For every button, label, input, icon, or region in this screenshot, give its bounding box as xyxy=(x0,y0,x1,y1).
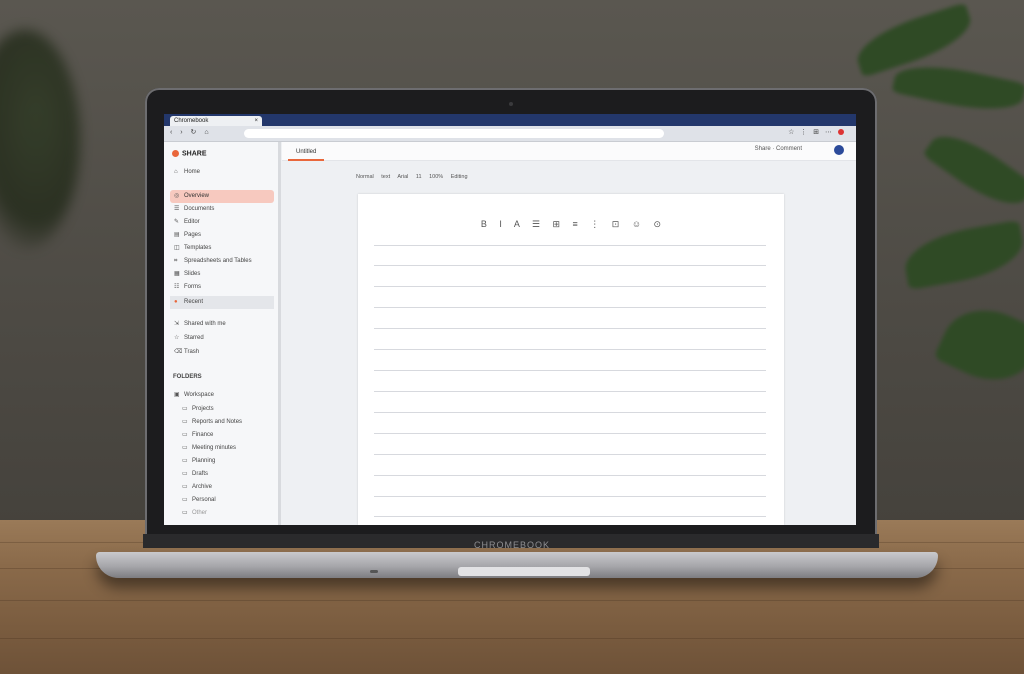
text-line xyxy=(374,370,766,371)
folder-item[interactable]: ▭ Other xyxy=(170,507,274,520)
home-icon: ⌂ xyxy=(174,169,178,175)
folder-icon: ▭ xyxy=(182,510,188,516)
recent-icon: ● xyxy=(174,299,178,305)
form-icon: ☷ xyxy=(174,284,180,290)
sidebar-item-forms[interactable]: ☷ Forms xyxy=(170,281,274,294)
folder-icon: ▭ xyxy=(182,432,188,438)
slides-icon: ▦ xyxy=(174,271,180,277)
folder-item[interactable]: ▭ Meeting minutes xyxy=(170,442,274,455)
list-icon: ☰ xyxy=(174,206,180,212)
sidebar-item-starred[interactable]: ☆ Starred xyxy=(170,332,274,345)
folder-icon: ▭ xyxy=(182,406,188,412)
sidebar-item-templates[interactable]: ◫ Templates xyxy=(170,242,274,255)
page-icon: ▤ xyxy=(174,232,180,238)
browser-toolbar: ‹ › ↻ ⌂ ☆ ⋮ ⊞ ⋯ xyxy=(164,126,856,142)
header-actions[interactable]: Share · Comment xyxy=(755,146,802,152)
sidebar-item-pages[interactable]: ▤ Pages xyxy=(170,229,274,242)
pencil-icon: ✎ xyxy=(174,219,180,225)
folder-item[interactable]: ▭ Planning xyxy=(170,455,274,468)
sidebar-item-trash[interactable]: ⌫ Trash xyxy=(170,346,274,359)
text-line xyxy=(374,391,766,392)
laptop-brand: CHROMEBOOK xyxy=(473,540,550,550)
grid-icon: ⌗ xyxy=(174,258,178,264)
star-icon: ☆ xyxy=(174,335,180,341)
folder-item[interactable]: ▣ Workspace xyxy=(170,389,274,402)
logo-icon xyxy=(172,150,179,157)
main-header: Untitled Share · Comment xyxy=(282,142,856,161)
sidebar-item-editor[interactable]: ✎ Editor xyxy=(170,216,274,229)
browser-tab[interactable]: Chromebook × xyxy=(170,116,262,126)
folder-icon: ▭ xyxy=(182,497,188,503)
sidebar-item-spreadsheets[interactable]: ⌗ Spreadsheets and Tables xyxy=(170,255,274,268)
webcam xyxy=(509,102,513,106)
tab-title: Chromebook xyxy=(174,118,209,124)
folder-item[interactable]: ▭ Finance xyxy=(170,429,274,442)
folders-heading: FOLDERS xyxy=(173,374,202,380)
laptop-screen: Chromebook × ‹ › ↻ ⌂ ☆ ⋮ ⊞ ⋯ SHARE ⌂ Home… xyxy=(164,114,856,525)
template-icon: ◫ xyxy=(174,245,180,251)
text-line xyxy=(374,475,766,476)
avatar[interactable] xyxy=(834,145,844,155)
folder-icon: ▣ xyxy=(174,392,180,398)
text-line xyxy=(374,265,766,266)
folder-icon: ▭ xyxy=(182,458,188,464)
close-icon[interactable]: × xyxy=(254,116,258,126)
folder-icon: ▭ xyxy=(182,445,188,451)
sidebar-item-shared[interactable]: ⇲ Shared with me xyxy=(170,318,274,331)
tab-document[interactable]: Untitled xyxy=(288,145,325,161)
folder-item[interactable]: ▭ Reports and Notes xyxy=(170,416,274,429)
folder-icon: ▭ xyxy=(182,471,188,477)
sidebar: SHARE ⌂ Home ◎ Overview ☰ Documents ✎ Editor… xyxy=(164,142,281,525)
shared-icon: ⇲ xyxy=(174,321,180,327)
text-line xyxy=(374,433,766,434)
navigation-icons[interactable]: ‹ › ↻ ⌂ xyxy=(170,128,212,136)
folder-item[interactable]: ▭ Archive xyxy=(170,481,274,494)
folder-icon: ▭ xyxy=(182,484,188,490)
document-page[interactable]: B I A ☰ ⊞ ≡ ⋮ ⊡ ☺ ⊙ xyxy=(358,194,784,525)
text-line xyxy=(374,245,766,246)
text-line xyxy=(374,349,766,350)
overview-icon: ◎ xyxy=(174,193,180,199)
sidebar-item-overview[interactable]: ◎ Overview xyxy=(170,190,274,203)
sidebar-item-home[interactable]: ⌂ Home xyxy=(170,166,274,179)
text-line xyxy=(374,496,766,497)
profile-icon xyxy=(838,129,844,136)
browser-tabstrip: Chromebook × xyxy=(164,114,856,126)
text-line xyxy=(374,328,766,329)
text-line xyxy=(374,286,766,287)
sidebar-item-slides[interactable]: ▦ Slides xyxy=(170,268,274,281)
trash-icon: ⌫ xyxy=(174,349,183,355)
formatting-options[interactable]: Normal text Arial 11 100% Editing xyxy=(356,174,468,180)
folder-item[interactable]: ▭ Projects xyxy=(170,403,274,416)
lid-notch xyxy=(458,567,590,576)
text-line xyxy=(374,454,766,455)
folder-item[interactable]: ▭ Personal xyxy=(170,494,274,507)
text-line xyxy=(374,412,766,413)
indicator-light xyxy=(370,570,378,573)
address-bar[interactable] xyxy=(244,129,664,138)
folder-icon: ▭ xyxy=(182,419,188,425)
browser-tool-icons[interactable]: ☆ ⋮ ⊞ ⋯ xyxy=(788,128,844,136)
sidebar-item-recent[interactable]: ● Recent xyxy=(170,296,274,309)
text-line xyxy=(374,307,766,308)
format-toolbar[interactable]: B I A ☰ ⊞ ≡ ⋮ ⊡ ☺ ⊙ xyxy=(358,219,784,230)
folder-item[interactable]: ▭ Drafts xyxy=(170,468,274,481)
app-logo: SHARE xyxy=(172,150,207,157)
sidebar-item-documents[interactable]: ☰ Documents xyxy=(170,203,274,216)
text-line xyxy=(374,516,766,517)
